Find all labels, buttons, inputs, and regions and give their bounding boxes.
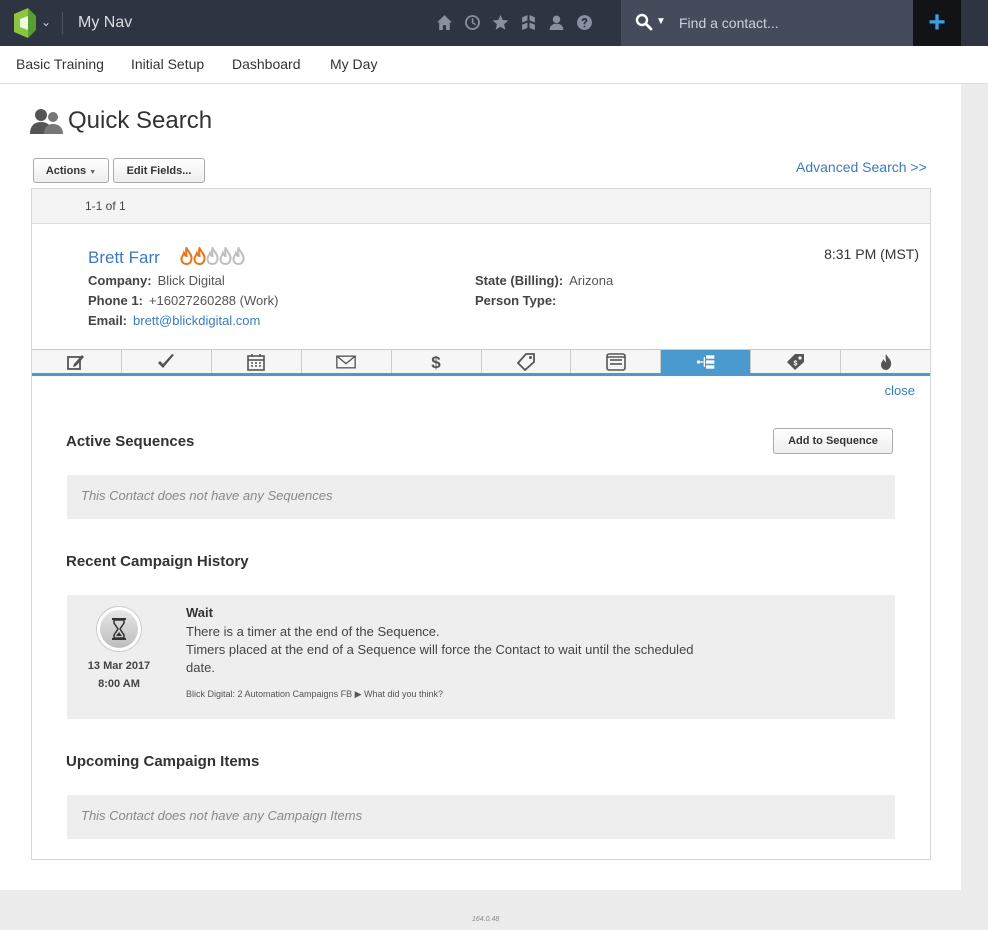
no-upcoming-items-message: This Contact does not have any Campaign … xyxy=(67,795,895,839)
page-title: Quick Search xyxy=(68,107,213,134)
dollar-icon: $ xyxy=(431,353,441,371)
crm-icon[interactable] xyxy=(518,12,538,32)
upcoming-campaign-items-title: Upcoming Campaign Items xyxy=(66,753,260,770)
tag-icon xyxy=(516,352,535,371)
help-icon[interactable] xyxy=(574,12,594,32)
close-panel-link[interactable]: close xyxy=(885,383,915,398)
tab-orders[interactable]: $ xyxy=(392,350,482,373)
history-icon[interactable] xyxy=(462,12,482,32)
advanced-search-link[interactable]: Advanced Search >> xyxy=(796,159,927,175)
page-header: Quick Search xyxy=(30,106,212,136)
calendar-icon xyxy=(247,353,266,371)
nav-title[interactable]: My Nav xyxy=(78,14,132,32)
hourglass-icon xyxy=(100,610,138,648)
history-item-title: Wait xyxy=(186,605,213,620)
contact-name-link[interactable]: Brett Farr xyxy=(88,248,160,268)
no-sequences-message: This Contact does not have any Sequences xyxy=(67,475,895,519)
svg-text:$: $ xyxy=(793,360,797,367)
note-icon xyxy=(67,354,85,370)
flame-icon xyxy=(880,353,891,370)
email-icon xyxy=(336,355,357,368)
contacts-icon xyxy=(30,109,63,134)
flame-off-icon xyxy=(219,247,232,265)
edit-fields-button[interactable]: Edit Fields... xyxy=(113,158,205,183)
tab-list[interactable] xyxy=(571,350,662,373)
contact-search-input[interactable] xyxy=(679,12,899,34)
phone-field: Phone 1: +16027260288 (Work) xyxy=(88,293,278,308)
list-icon xyxy=(606,352,626,371)
flame-off-icon xyxy=(206,247,219,265)
person-icon[interactable] xyxy=(546,12,566,32)
history-item-date: 13 Mar 2017 xyxy=(87,660,151,672)
email-field: Email: brett@blickdigital.com xyxy=(88,313,260,328)
sub-nav: Basic Training Initial Setup Dashboard M… xyxy=(0,46,988,84)
subnav-item-dashboard[interactable]: Dashboard xyxy=(232,56,301,72)
email-label: Email: xyxy=(88,313,128,328)
quick-add-button[interactable]: + xyxy=(913,0,961,46)
person-type-field: Person Type: xyxy=(475,293,562,308)
person-type-label: Person Type: xyxy=(475,293,557,308)
active-sequences-title: Active Sequences xyxy=(66,433,195,450)
history-item-line-1: There is a timer at the end of the Seque… xyxy=(186,624,440,639)
subnav-item-my-day[interactable]: My Day xyxy=(330,56,377,72)
history-item-badge xyxy=(96,606,142,652)
tab-tasks[interactable] xyxy=(122,350,212,373)
flame-on-icon xyxy=(193,247,206,265)
company-label: Company: xyxy=(88,273,152,288)
email-link[interactable]: brett@blickdigital.com xyxy=(133,313,260,328)
contact-search-area: ▼ xyxy=(621,0,913,46)
tab-appointments[interactable] xyxy=(212,350,302,373)
main-content: Quick Search Actions ▼ Edit Fields... Ad… xyxy=(0,84,961,890)
actions-button-label: Actions xyxy=(45,164,87,177)
company-field: Company: Blick Digital xyxy=(88,273,225,288)
flame-on-icon xyxy=(180,247,193,265)
search-type-caret-icon[interactable]: ▼ xyxy=(656,16,666,27)
task-icon xyxy=(158,353,175,368)
lead-score-flames xyxy=(180,247,245,265)
flame-off-icon xyxy=(232,247,245,265)
company-value: Blick Digital xyxy=(157,273,225,288)
actions-button[interactable]: Actions ▼ xyxy=(33,158,109,183)
home-icon[interactable] xyxy=(434,12,454,32)
tab-notes[interactable] xyxy=(32,350,122,373)
history-item-line-2: Timers placed at the end of a Sequence w… xyxy=(186,642,694,657)
tab-sequences[interactable] xyxy=(661,350,752,373)
tab-pricing[interactable]: $ xyxy=(751,350,842,373)
state-value: Arizona xyxy=(569,273,614,288)
history-item-line-3: date. xyxy=(186,660,215,675)
contact-local-time: 8:31 PM (MST) xyxy=(824,246,919,262)
history-item: 13 Mar 2017 8:00 AM Wait There is a time… xyxy=(67,595,895,719)
topbar-divider xyxy=(62,12,63,34)
svg-text:$: $ xyxy=(431,353,441,371)
tab-lead-score[interactable] xyxy=(841,350,930,373)
subnav-item-basic-training[interactable]: Basic Training xyxy=(16,56,104,72)
state-field: State (Billing): Arizona xyxy=(475,273,613,288)
phone-value: +16027260288 (Work) xyxy=(148,293,279,308)
results-panel: 1-1 of 1 Brett Farr 8:31 PM (MST) Compan… xyxy=(31,188,931,860)
top-icon-bar xyxy=(434,12,594,32)
history-item-campaign-path: Blick Digital: 2 Automation Campaigns FB… xyxy=(186,689,444,699)
history-item-time: 8:00 AM xyxy=(98,678,140,690)
version-label: 164.0.48 xyxy=(472,916,500,923)
star-icon[interactable] xyxy=(490,12,510,32)
state-label: State (Billing): xyxy=(475,273,564,288)
price-tag-icon: $ xyxy=(786,353,804,370)
subnav-item-initial-setup[interactable]: Initial Setup xyxy=(131,56,204,72)
phone-label: Phone 1: xyxy=(88,293,143,308)
add-to-sequence-button[interactable]: Add to Sequence xyxy=(773,428,893,454)
caret-down-icon: ▼ xyxy=(89,168,97,176)
result-count: 1-1 of 1 xyxy=(32,189,930,224)
app-menu-chevron-icon[interactable]: ⌄ xyxy=(41,15,51,29)
top-bar: ⌄ My Nav ▼ + xyxy=(0,0,988,46)
tab-tags[interactable] xyxy=(482,350,572,373)
tab-email[interactable] xyxy=(302,350,392,373)
recent-campaign-history-title: Recent Campaign History xyxy=(66,553,249,570)
contact-action-tabs: $ $ xyxy=(32,349,930,376)
search-icon[interactable] xyxy=(635,13,653,31)
sequence-icon xyxy=(696,354,715,369)
app-logo-icon[interactable] xyxy=(14,8,36,38)
